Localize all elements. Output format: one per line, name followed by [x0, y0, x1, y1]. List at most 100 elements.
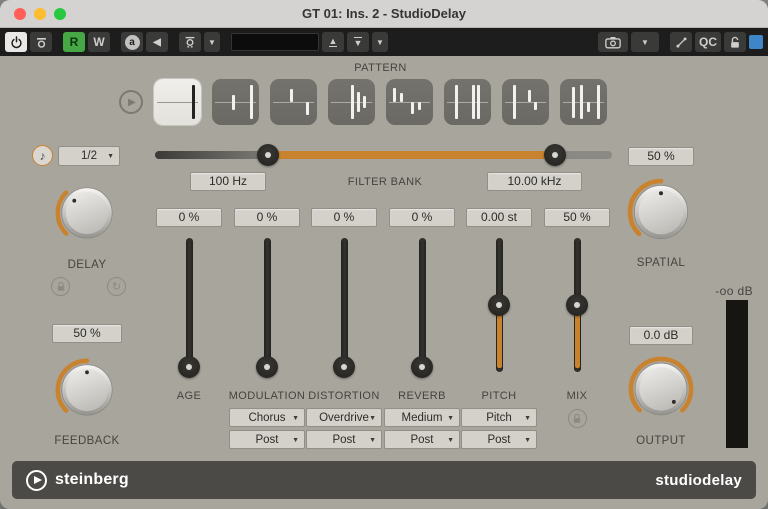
modulation-type-dropdown[interactable]: Chorus ▼: [229, 408, 305, 427]
read-automation-button[interactable]: R: [63, 32, 85, 52]
reverb-slider-track[interactable]: [418, 238, 426, 372]
pitch-slider-handle[interactable]: [488, 294, 510, 316]
preset-management-icon: [185, 36, 195, 48]
pattern-button-3[interactable]: [270, 79, 317, 125]
titlebar: GT 01: Ins. 2 - StudioDelay: [0, 0, 768, 28]
chevron-down-icon: ▼: [107, 153, 114, 160]
pattern-button-8[interactable]: [560, 79, 607, 125]
meter-value: -oo dB: [715, 284, 753, 298]
bypass-icon: [36, 37, 46, 48]
steinberg-logo-icon: [26, 469, 47, 491]
age-slider-handle[interactable]: [178, 356, 200, 378]
power-icon: [10, 35, 22, 48]
pattern-button-4[interactable]: [328, 79, 375, 125]
pattern-play-button[interactable]: ▶: [119, 90, 143, 114]
unlock-icon: [731, 36, 739, 48]
pattern-button-2[interactable]: [212, 79, 259, 125]
quick-controls-button[interactable]: QC: [695, 32, 721, 52]
delay-sync-value: 1/2: [81, 150, 97, 162]
reverb-slider-handle[interactable]: [411, 356, 433, 378]
pattern-button-7[interactable]: [502, 79, 549, 125]
output-knob[interactable]: [626, 354, 696, 424]
spatial-value[interactable]: 50 %: [628, 147, 694, 166]
refresh-icon: ↻: [111, 281, 122, 293]
pattern-button-6[interactable]: [444, 79, 491, 125]
mix-value[interactable]: 50 %: [544, 208, 610, 227]
previous-preset-button[interactable]: ▲: [322, 32, 344, 52]
modulation-value[interactable]: 0 %: [234, 208, 300, 227]
plugin-window: GT 01: Ins. 2 - StudioDelay R W a ◀ ▼ ▲ …: [0, 0, 768, 509]
routing-icon: [675, 36, 687, 48]
activate-effect-button[interactable]: [5, 32, 27, 52]
ab-compare-button[interactable]: a: [121, 32, 143, 52]
routing-button[interactable]: [670, 32, 692, 52]
pitch-value[interactable]: 0.00 st: [466, 208, 532, 227]
filter-low-handle[interactable]: [257, 144, 279, 166]
distortion-value[interactable]: 0 %: [311, 208, 377, 227]
age-slider-track[interactable]: [185, 238, 193, 372]
mix-lock-button[interactable]: [567, 409, 587, 428]
lock-button[interactable]: [724, 32, 746, 52]
pattern-button-row: [154, 79, 607, 125]
ab-icon: a: [124, 34, 140, 50]
lock-icon: [57, 281, 64, 291]
triangle-up-icon: ▲: [328, 35, 338, 48]
distortion-type-dropdown[interactable]: Overdrive ▼: [306, 408, 382, 427]
spatial-label: SPATIAL: [636, 257, 686, 269]
output-value[interactable]: 0.0 dB: [629, 326, 693, 345]
feedback-label: FEEDBACK: [54, 435, 120, 447]
preset-menu-dropdown[interactable]: ▼: [204, 32, 220, 52]
preset-management-button[interactable]: [179, 32, 201, 52]
preset-name-field[interactable]: [231, 33, 319, 51]
distortion-slider-handle[interactable]: [333, 356, 355, 378]
delay-sync-dropdown[interactable]: 1/2 ▼: [58, 146, 120, 166]
lock-icon: [573, 413, 581, 423]
filter-high-value[interactable]: 10.00 kHz: [487, 172, 582, 191]
pitch-routing-dropdown[interactable]: Post ▼: [461, 430, 537, 449]
plugin-body: PATTERN ▶ 100 Hz FILTER BANK 10.00 kHz ♪…: [0, 56, 768, 509]
pattern-button-1[interactable]: [154, 79, 201, 125]
delay-sync-refresh-button[interactable]: ↻: [107, 277, 126, 296]
music-note-icon: ♪: [39, 148, 46, 163]
age-value[interactable]: 0 %: [156, 208, 222, 227]
feedback-knob[interactable]: [53, 356, 121, 424]
snapshot-button[interactable]: [598, 32, 628, 52]
filter-bank-label: FILTER BANK: [347, 176, 423, 188]
snapshot-dropdown[interactable]: ▼: [631, 32, 659, 52]
pitch-type-dropdown[interactable]: Pitch ▼: [461, 408, 537, 427]
delay-lock-button[interactable]: [51, 277, 70, 296]
modulation-slider-track[interactable]: [263, 238, 271, 372]
window-title: GT 01: Ins. 2 - StudioDelay: [302, 6, 466, 21]
chevron-down-icon: ▼: [376, 37, 384, 47]
camera-icon: [605, 36, 621, 48]
pattern-label: PATTERN: [354, 62, 407, 74]
product-name: studiodelay: [655, 471, 742, 489]
feedback-value[interactable]: 50 %: [52, 324, 122, 343]
spatial-knob[interactable]: [625, 176, 697, 248]
preset-list-dropdown[interactable]: ▼: [372, 32, 388, 52]
tempo-sync-button[interactable]: ♪: [32, 145, 53, 166]
mix-slider-handle[interactable]: [566, 294, 588, 316]
distortion-slider-track[interactable]: [340, 238, 348, 372]
reverb-routing-dropdown[interactable]: Post ▼: [384, 430, 460, 449]
modulation-slider-handle[interactable]: [256, 356, 278, 378]
output-label: OUTPUT: [636, 435, 686, 447]
distortion-routing-dropdown[interactable]: Post ▼: [306, 430, 382, 449]
play-icon: ▶: [128, 96, 136, 108]
reverb-value[interactable]: 0 %: [389, 208, 455, 227]
pattern-button-5[interactable]: [386, 79, 433, 125]
bypass-button[interactable]: [30, 32, 52, 52]
plugin-toolbar: R W a ◀ ▼ ▲ ▼ ▼ ▼ QC: [0, 28, 768, 56]
keyboard-focus-indicator[interactable]: [749, 35, 763, 49]
copy-a-to-b-button[interactable]: ◀: [146, 32, 168, 52]
filter-high-handle[interactable]: [544, 144, 566, 166]
filter-low-value[interactable]: 100 Hz: [190, 172, 266, 191]
reverb-type-dropdown[interactable]: Medium ▼: [384, 408, 460, 427]
modulation-routing-dropdown[interactable]: Post ▼: [229, 430, 305, 449]
delay-knob[interactable]: [53, 179, 121, 247]
write-automation-button[interactable]: W: [88, 32, 110, 52]
left-arrow-icon: ◀: [153, 36, 161, 48]
next-preset-button[interactable]: ▼: [347, 32, 369, 52]
output-level-meter: [726, 300, 748, 448]
triangle-down-icon: ▼: [353, 36, 363, 49]
